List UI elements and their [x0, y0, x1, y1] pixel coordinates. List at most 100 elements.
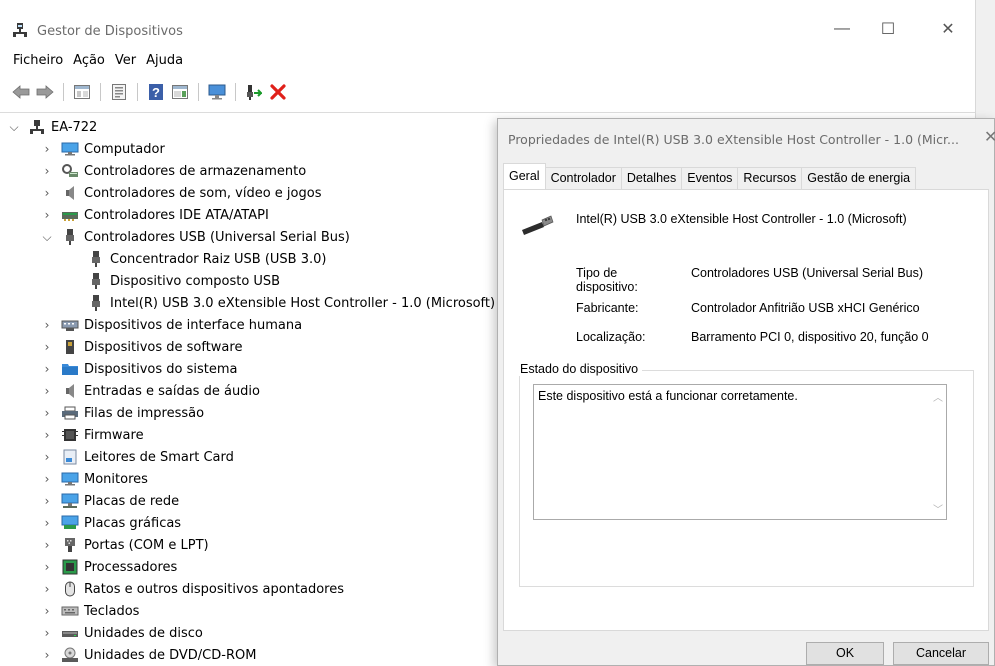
chevron-right-icon[interactable]: › — [41, 446, 53, 468]
toolbar-separator — [198, 83, 199, 101]
scroll-down-icon[interactable]: ﹀ — [931, 501, 945, 516]
tree-item-teclados[interactable]: › Teclados — [41, 600, 140, 622]
chevron-right-icon[interactable]: › — [41, 358, 53, 380]
general-tab-panel: Intel(R) USB 3.0 eXtensible Host Control… — [503, 189, 989, 631]
tree-item-label: Unidades de DVD/CD-ROM — [84, 647, 257, 663]
tree-item-unidades-disco[interactable]: › Unidades de disco — [41, 622, 203, 644]
tree-item-firmware[interactable]: › Firmware — [41, 424, 144, 446]
tree-item-label: Controladores de som, vídeo e jogos — [84, 185, 322, 201]
chevron-right-icon[interactable]: › — [41, 138, 53, 160]
tab-controlador[interactable]: Controlador — [544, 167, 622, 189]
help-icon[interactable]: ? — [147, 83, 165, 101]
smart-card-icon — [61, 449, 79, 465]
tree-item-computador[interactable]: › Computador — [41, 138, 165, 160]
tree-item-portas-com-lpt[interactable]: › Portas (COM e LPT) — [41, 534, 209, 556]
tree-item-filas-impressao[interactable]: › Filas de impressão — [41, 402, 204, 424]
tree-item-controladores-usb[interactable]: ⌵ Controladores USB (Universal Serial Bu… — [41, 226, 350, 248]
device-status-group-label: Estado do dispositivo — [517, 362, 643, 376]
show-hide-tree-icon[interactable] — [73, 83, 91, 101]
chevron-down-icon[interactable]: ⌵ — [41, 226, 53, 248]
device-status-textbox[interactable]: Este dispositivo está a funcionar corret… — [533, 384, 947, 520]
chevron-right-icon[interactable]: › — [41, 424, 53, 446]
chevron-right-icon[interactable]: › — [41, 336, 53, 358]
tree-item-dispositivos-software[interactable]: › Dispositivos de software — [41, 336, 243, 358]
tree-item-entradas-saidas-audio[interactable]: › Entradas e saídas de áudio — [41, 380, 260, 402]
tree-item-ratos-apontadores[interactable]: › Ratos e outros dispositivos apontadore… — [41, 578, 344, 600]
audio-io-icon — [61, 383, 79, 399]
tree-item-label: Teclados — [84, 603, 140, 619]
tree-item-unidades-dvd-cd-rom[interactable]: › Unidades de DVD/CD-ROM — [41, 644, 256, 666]
tree-item-label: Dispositivos de interface humana — [84, 317, 303, 333]
action-pane-icon[interactable] — [171, 83, 189, 101]
usb-icon — [87, 295, 105, 311]
uninstall-device-icon[interactable] — [269, 83, 287, 101]
tree-item-label: Controladores USB (Universal Serial Bus) — [84, 229, 350, 245]
maximize-button[interactable]: ☐ — [865, 14, 911, 44]
tree-item-ide-ata-atapi[interactable]: › Controladores IDE ATA/ATAPI — [41, 204, 269, 226]
tab-detalhes[interactable]: Detalhes — [620, 167, 683, 189]
tree-root-ea-722[interactable]: ⌵ EA-722 — [8, 116, 97, 138]
svg-text:?: ? — [152, 85, 160, 100]
tree-item-interface-humana[interactable]: › Dispositivos de interface humana — [41, 314, 302, 336]
menu-acao[interactable]: Ação — [68, 50, 110, 72]
tree-child-intel-usb-host-controller[interactable]: Intel(R) USB 3.0 eXtensible Host Control… — [87, 292, 495, 314]
scroll-up-icon[interactable]: ︿ — [931, 389, 945, 404]
chevron-right-icon[interactable]: › — [41, 402, 53, 424]
tree-item-placas-graficas[interactable]: › Placas gráficas — [41, 512, 181, 534]
chevron-right-icon[interactable]: › — [41, 204, 53, 226]
chevron-right-icon[interactable]: › — [41, 622, 53, 644]
tree-child-concentrador-raiz[interactable]: Concentrador Raiz USB (USB 3.0) — [87, 248, 326, 270]
tree-root-label: EA-722 — [51, 119, 98, 135]
minimize-button[interactable]: — — [819, 14, 865, 44]
chevron-right-icon[interactable]: › — [41, 556, 53, 578]
port-icon — [61, 537, 79, 553]
tree-child-dispositivo-composto[interactable]: Dispositivo composto USB — [87, 270, 280, 292]
tree-item-monitores[interactable]: › Monitores — [41, 468, 148, 490]
tree-item-controladores-armazenamento[interactable]: › Controladores de armazenamento — [41, 160, 307, 182]
tab-geral[interactable]: Geral — [503, 163, 546, 189]
tab-eventos[interactable]: Eventos — [681, 167, 739, 189]
back-arrow-icon[interactable] — [12, 83, 30, 101]
firmware-icon — [61, 427, 79, 443]
enable-device-icon[interactable] — [245, 83, 263, 101]
menu-ver[interactable]: Ver — [110, 50, 141, 72]
chevron-right-icon[interactable]: › — [41, 160, 53, 182]
scan-hardware-icon[interactable] — [208, 83, 226, 101]
chevron-right-icon[interactable]: › — [41, 534, 53, 556]
tree-item-label: Ratos e outros dispositivos apontadores — [84, 581, 345, 597]
chevron-right-icon[interactable]: › — [41, 314, 53, 336]
keyboard-icon — [61, 603, 79, 619]
chevron-right-icon[interactable]: › — [41, 600, 53, 622]
chevron-down-icon[interactable]: ⌵ — [8, 116, 20, 138]
properties-icon[interactable] — [110, 83, 128, 101]
tree-item-som-video-jogos[interactable]: › Controladores de som, vídeo e jogos — [41, 182, 322, 204]
chevron-right-icon[interactable]: › — [41, 490, 53, 512]
tree-item-dispositivos-sistema[interactable]: › Dispositivos do sistema — [41, 358, 238, 380]
toolbar-divider — [0, 112, 975, 113]
forward-arrow-icon[interactable] — [36, 83, 54, 101]
chevron-right-icon[interactable]: › — [41, 578, 53, 600]
ok-button[interactable]: OK — [806, 642, 884, 665]
chevron-right-icon[interactable]: › — [41, 380, 53, 402]
menu-ajuda[interactable]: Ajuda — [141, 50, 188, 72]
cancel-button[interactable]: Cancelar — [893, 642, 989, 665]
tree-item-label: Entradas e saídas de áudio — [84, 383, 260, 399]
tab-recursos[interactable]: Recursos — [737, 167, 803, 189]
tree-item-leitores-smart-card[interactable]: › Leitores de Smart Card — [41, 446, 234, 468]
chevron-right-icon[interactable]: › — [41, 182, 53, 204]
device-manager-app-icon — [12, 22, 28, 38]
tab-gestao-energia[interactable]: Gestão de energia — [801, 167, 917, 189]
chevron-right-icon[interactable]: › — [41, 512, 53, 534]
dialog-close-button[interactable]: ✕ — [984, 127, 995, 147]
manufacturer-value: Controlador Anfitrião USB xHCI Genérico — [691, 301, 920, 315]
close-button[interactable]: ✕ — [925, 14, 971, 44]
hid-icon — [61, 317, 79, 333]
location-label: Localização: — [576, 330, 646, 344]
tree-item-placas-rede[interactable]: › Placas de rede — [41, 490, 179, 512]
usb-plug-icon — [520, 214, 554, 236]
menu-ficheiro[interactable]: Ficheiro — [0, 50, 68, 72]
chevron-right-icon[interactable]: › — [41, 644, 53, 666]
usb-icon — [87, 251, 105, 267]
tree-item-processadores[interactable]: › Processadores — [41, 556, 177, 578]
chevron-right-icon[interactable]: › — [41, 468, 53, 490]
